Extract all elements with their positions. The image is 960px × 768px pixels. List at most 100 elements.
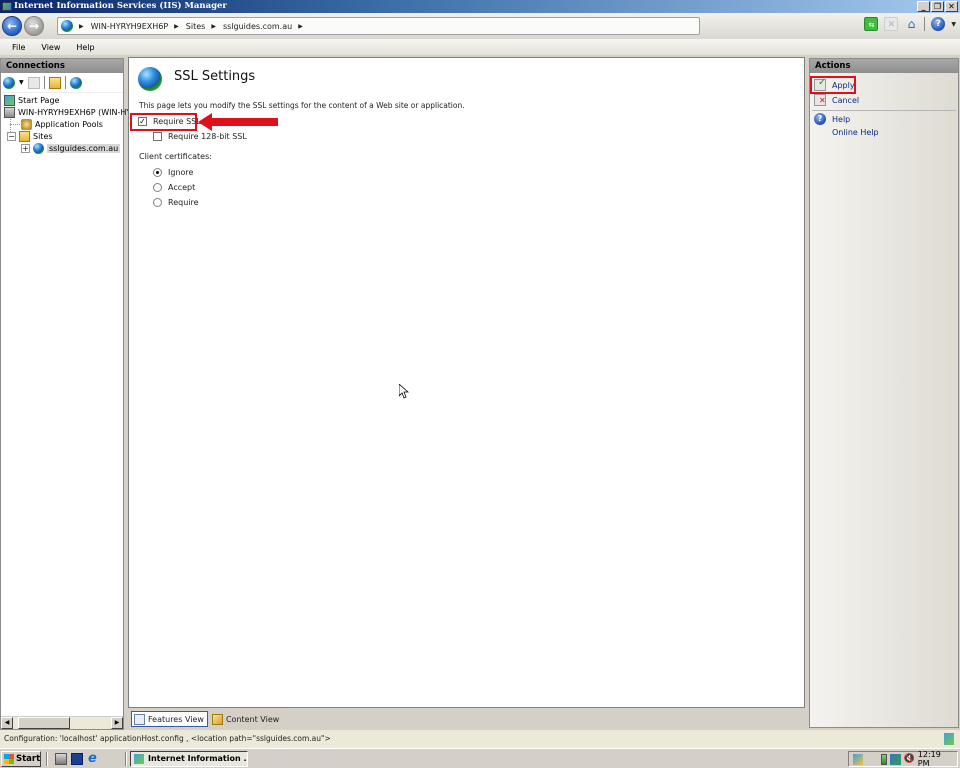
address-bar[interactable]: ▶ WIN-HYRYH9EXH6P ▶ Sites ▶ sslguides.co… (57, 17, 700, 35)
status-bar: Configuration: 'localhost' applicationHo… (0, 730, 960, 748)
taskbar-divider (46, 752, 48, 766)
toolbar-divider (924, 17, 926, 31)
menu-help[interactable]: Help (76, 43, 94, 52)
chevron-down-icon[interactable]: ▼ (19, 79, 24, 86)
navigation-bar: ← → ▶ WIN-HYRYH9EXH6P ▶ Sites ▶ sslguide… (0, 13, 960, 39)
save-icon[interactable] (27, 76, 40, 89)
app-pools-icon (21, 118, 32, 130)
start-button[interactable]: Start (1, 751, 41, 767)
chevron-down-icon[interactable]: ▼ (951, 21, 956, 28)
ssl-globe-icon (138, 67, 162, 91)
menu-view[interactable]: View (41, 43, 60, 52)
system-tray: 🔇 12:19 PM (848, 750, 958, 768)
restore-button[interactable]: ❐ (931, 1, 944, 12)
annotation-highlight-box (810, 76, 856, 94)
battery-icon[interactable] (880, 753, 888, 765)
page-title: SSL Settings (174, 69, 256, 84)
radio-selected-icon[interactable] (153, 168, 162, 177)
radio-unselected-icon[interactable] (153, 198, 162, 207)
chevron-right-icon[interactable]: ▶ (79, 23, 84, 30)
action-help[interactable]: ? Help (814, 113, 850, 125)
action-online-help[interactable]: Online Help (832, 128, 879, 137)
folder-icon (19, 130, 30, 142)
chevron-right-icon[interactable]: ▶ (174, 23, 179, 30)
expand-icon[interactable]: + (21, 143, 30, 153)
windows-logo-icon (4, 754, 14, 764)
help-icon: ? (814, 113, 826, 125)
horizontal-scrollbar[interactable]: ◀ ▶ (1, 716, 123, 729)
tab-content-view[interactable]: Content View (210, 711, 282, 727)
features-view-icon (134, 713, 145, 725)
globe-icon (33, 142, 44, 154)
mouse-cursor-icon (399, 384, 409, 399)
menu-bar: File View Help (0, 39, 960, 55)
chevron-right-icon[interactable]: ▶ (211, 23, 216, 30)
tree-item-application-pools[interactable]: Application Pools (21, 118, 103, 130)
radio-unselected-icon[interactable] (153, 183, 162, 192)
tree-item-start-page[interactable]: Start Page (4, 94, 59, 106)
home-icon[interactable]: ⌂ (904, 17, 918, 31)
server-status-icon (944, 733, 954, 745)
scroll-thumb[interactable] (18, 717, 70, 729)
server-icon (4, 106, 15, 118)
connections-header: Connections (1, 59, 123, 73)
powershell-icon[interactable] (71, 753, 83, 765)
require-128bit-checkbox[interactable]: Require 128-bit SSL (153, 132, 247, 141)
up-folder-icon[interactable] (48, 76, 61, 89)
connect-globe-icon[interactable] (3, 76, 15, 89)
annotation-highlight-box (130, 113, 197, 131)
toolbar-divider (64, 76, 66, 89)
start-page-icon (4, 94, 15, 106)
stop-icon[interactable]: ✕ (884, 17, 899, 31)
scroll-left-button[interactable]: ◀ (1, 717, 13, 729)
notification-icon[interactable] (853, 753, 864, 765)
clock[interactable]: 12:19 PM (918, 750, 953, 768)
volume-muted-icon[interactable]: 🔇 (904, 754, 915, 765)
annotation-arrow-icon (198, 113, 278, 131)
page-description: This page lets you modify the SSL settin… (139, 101, 465, 110)
forward-button[interactable]: → (24, 16, 44, 36)
minimize-button[interactable]: _ (917, 1, 930, 12)
actions-divider (812, 110, 956, 111)
view-switcher: Features View Content View (128, 709, 805, 729)
radio-ignore[interactable]: Ignore (153, 168, 193, 177)
connections-panel: Connections ▼ Start Page WIN-HYRYH9EXH6P… (0, 58, 131, 730)
breadcrumb-site[interactable]: sslguides.com.au (223, 22, 292, 31)
arrow-shape (198, 113, 278, 131)
server-manager-icon[interactable] (55, 753, 67, 765)
taskbar-iis-manager[interactable]: Internet Information ... (130, 751, 248, 767)
window-title-bar[interactable]: Internet Information Services (IIS) Mana… (0, 0, 960, 13)
close-button[interactable]: ✕ (945, 1, 958, 12)
ssl-settings-page: SSL Settings This page lets you modify t… (128, 57, 805, 708)
globe-icon (61, 20, 73, 32)
back-arrow-icon: ← (6, 19, 18, 33)
action-cancel[interactable]: Cancel (814, 94, 859, 106)
taskbar: Start e Internet Information ... 🔇 12:19… (0, 748, 960, 768)
radio-accept[interactable]: Accept (153, 183, 195, 192)
tab-features-view[interactable]: Features View (131, 711, 208, 727)
cancel-icon (814, 94, 826, 106)
collapse-icon[interactable]: − (7, 131, 16, 141)
toolbar-divider (43, 76, 45, 89)
network-icon[interactable] (890, 753, 901, 765)
refresh-icon[interactable]: ⇆ (864, 17, 879, 31)
tree-item-sites[interactable]: − Sites (7, 130, 53, 142)
status-text: Configuration: 'localhost' applicationHo… (4, 734, 331, 743)
tree-item-sslguides[interactable]: + sslguides.com.au (21, 142, 121, 154)
window-controls: _ ❐ ✕ (917, 1, 958, 12)
cursor-shape (399, 384, 409, 399)
chevron-right-icon[interactable]: ▶ (298, 23, 303, 30)
taskbar-divider (125, 752, 127, 766)
internet-explorer-icon[interactable]: e (88, 752, 100, 765)
breadcrumb-server[interactable]: WIN-HYRYH9EXH6P (91, 22, 169, 31)
back-button[interactable]: ← (2, 16, 22, 36)
breadcrumb-sites[interactable]: Sites (186, 22, 206, 31)
tree-item-server[interactable]: WIN-HYRYH9EXH6P (WIN-HY (4, 106, 131, 118)
radio-require[interactable]: Require (153, 198, 199, 207)
checkbox-unchecked-icon[interactable] (153, 132, 162, 141)
help-icon[interactable]: ? (931, 17, 946, 31)
client-certificates-label: Client certificates: (139, 152, 212, 161)
scroll-right-button[interactable]: ▶ (111, 717, 123, 729)
menu-file[interactable]: File (12, 43, 25, 52)
disconnect-icon[interactable] (69, 76, 82, 89)
